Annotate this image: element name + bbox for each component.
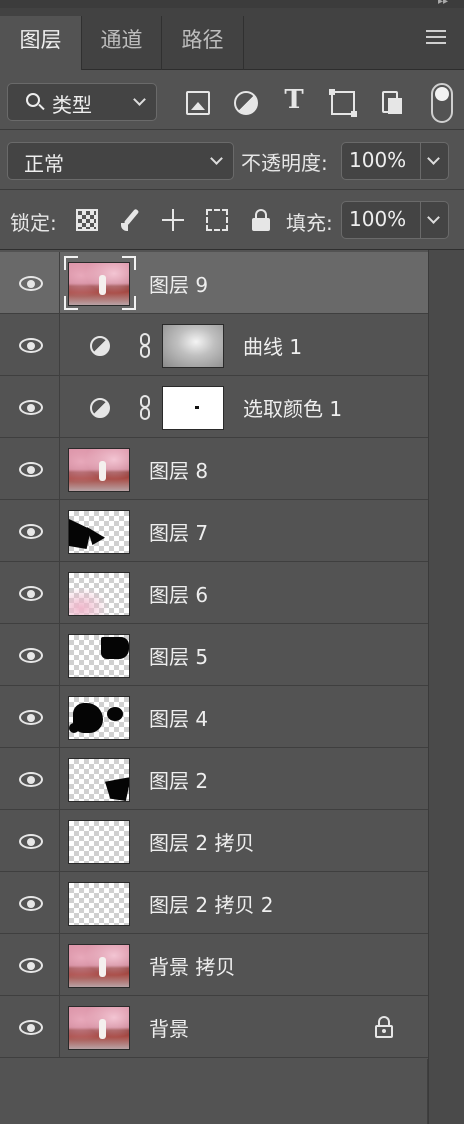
layer-row[interactable]: 图层 7 [0, 500, 428, 562]
eye-visibility-icon[interactable] [19, 586, 43, 601]
adjustment-filter-icon[interactable] [234, 91, 258, 115]
tab-channels[interactable]: 通道 [82, 16, 162, 70]
chevron-down-icon [427, 152, 440, 165]
layers-empty-area [0, 1059, 428, 1124]
layer-row[interactable]: 选取颜色 1 [0, 376, 428, 438]
chevron-down-icon [210, 152, 223, 165]
layer-row[interactable]: 背景 [0, 996, 428, 1058]
layer-row[interactable]: 背景 拷贝 [0, 934, 428, 996]
layer-thumbnail[interactable] [68, 572, 130, 616]
layer-name[interactable]: 图层 9 [149, 269, 208, 298]
layer-name[interactable]: 图层 6 [149, 579, 208, 608]
layer-name[interactable]: 图层 2 [149, 765, 208, 794]
fill-dropdown[interactable] [421, 201, 449, 239]
shape-filter-icon[interactable] [329, 89, 357, 117]
chevron-down-icon [133, 93, 146, 106]
tab-paths[interactable]: 路径 [162, 16, 244, 70]
layer-name[interactable]: 曲线 1 [243, 331, 302, 360]
lock-transparent-pixels-icon[interactable] [76, 209, 98, 231]
layer-row[interactable]: 图层 4 [0, 686, 428, 748]
layer-thumbnail[interactable] [68, 448, 130, 492]
eye-visibility-icon[interactable] [19, 524, 43, 539]
layer-row[interactable]: 图层 9 [0, 252, 428, 314]
lock-artboard-icon[interactable] [206, 209, 228, 231]
image-filter-icon[interactable] [186, 91, 210, 115]
layer-name[interactable]: 图层 2 拷贝 [149, 827, 254, 856]
lock-position-icon[interactable] [162, 209, 184, 231]
eye-visibility-icon[interactable] [19, 834, 43, 849]
type-filter-icon[interactable]: T [282, 85, 306, 115]
link-chain-icon[interactable] [138, 395, 152, 421]
layer-thumbnail[interactable] [68, 262, 130, 306]
layer-name[interactable]: 图层 4 [149, 703, 208, 732]
link-chain-icon[interactable] [138, 333, 152, 359]
opacity-input[interactable]: 100% [341, 142, 421, 180]
layer-name[interactable]: 背景 拷贝 [149, 951, 235, 980]
adjustment-layer-icon [90, 398, 110, 418]
layer-thumbnail[interactable] [68, 634, 130, 678]
fill-label: 填充: [286, 211, 333, 235]
panel-scrollbar-track[interactable] [428, 250, 464, 1124]
layer-thumbnail[interactable] [68, 944, 130, 988]
layer-thumbnail[interactable] [68, 696, 130, 740]
layer-thumbnail[interactable] [68, 1006, 130, 1050]
eye-visibility-icon[interactable] [19, 710, 43, 725]
eye-visibility-icon[interactable] [19, 958, 43, 973]
lock-options-bar: 锁定: 填充: 100% [0, 190, 464, 250]
layer-row[interactable]: 图层 2 拷贝 [0, 810, 428, 872]
lock-all-icon[interactable] [250, 209, 272, 231]
eye-visibility-icon[interactable] [19, 648, 43, 663]
layer-thumbnail[interactable] [68, 820, 130, 864]
layer-name[interactable]: 选取颜色 1 [243, 393, 342, 422]
layer-row[interactable]: 图层 8 [0, 438, 428, 500]
layer-mask-thumbnail[interactable] [162, 386, 224, 430]
eye-visibility-icon[interactable] [19, 896, 43, 911]
layer-name[interactable]: 图层 5 [149, 641, 208, 670]
fill-input[interactable]: 100% [341, 201, 421, 239]
layer-name[interactable]: 背景 [149, 1013, 189, 1042]
layers-list: 图层 9 曲线 1 选取颜色 1 图层 8 图层 7 图层 6 图层 5 图层 … [0, 252, 428, 1058]
filter-toggle-switch[interactable] [431, 83, 453, 123]
filter-kind-label: 类型 [52, 93, 92, 117]
adjustment-layer-icon [90, 336, 110, 356]
toggle-knob [435, 87, 449, 101]
collapse-panel-icon[interactable]: ▸▸ [438, 0, 448, 7]
layer-thumbnail[interactable] [68, 758, 130, 802]
eye-visibility-icon[interactable] [19, 276, 43, 291]
smart-object-filter-icon[interactable] [380, 91, 404, 115]
lock-label: 锁定: [10, 211, 57, 235]
blend-mode-label: 正常 [24, 152, 64, 176]
layer-row[interactable]: 曲线 1 [0, 314, 428, 376]
layer-filter-bar: 类型 T [0, 70, 464, 130]
layer-thumbnail[interactable] [68, 510, 130, 554]
eye-visibility-icon[interactable] [19, 772, 43, 787]
hamburger-menu-icon[interactable] [426, 30, 446, 44]
lock-image-pixels-icon[interactable] [120, 209, 142, 231]
layer-name[interactable]: 图层 2 拷贝 2 [149, 889, 274, 918]
panel-tab-bar: 图层 通道 路径 [0, 8, 464, 70]
layer-thumbnail[interactable] [68, 882, 130, 926]
eye-visibility-icon[interactable] [19, 400, 43, 415]
opacity-label: 不透明度: [241, 151, 328, 175]
layer-row[interactable]: 图层 2 拷贝 2 [0, 872, 428, 934]
eye-visibility-icon[interactable] [19, 462, 43, 477]
layer-name[interactable]: 图层 8 [149, 455, 208, 484]
search-icon [26, 93, 40, 107]
blend-mode-select[interactable]: 正常 [7, 142, 234, 180]
layer-name[interactable]: 图层 7 [149, 517, 208, 546]
layer-row[interactable]: 图层 5 [0, 624, 428, 686]
panel-top-strip: ▸▸ [0, 0, 464, 8]
layer-lock-icon[interactable] [374, 1016, 394, 1038]
layer-row[interactable]: 图层 6 [0, 562, 428, 624]
tab-layers[interactable]: 图层 [0, 16, 82, 70]
layer-row[interactable]: 图层 2 [0, 748, 428, 810]
eye-visibility-icon[interactable] [19, 1020, 43, 1035]
opacity-dropdown[interactable] [421, 142, 449, 180]
chevron-down-icon [427, 211, 440, 224]
blend-options-bar: 正常 不透明度: 100% [0, 130, 464, 190]
layer-mask-thumbnail[interactable] [162, 324, 224, 368]
filter-kind-select[interactable]: 类型 [7, 83, 157, 121]
eye-visibility-icon[interactable] [19, 338, 43, 353]
